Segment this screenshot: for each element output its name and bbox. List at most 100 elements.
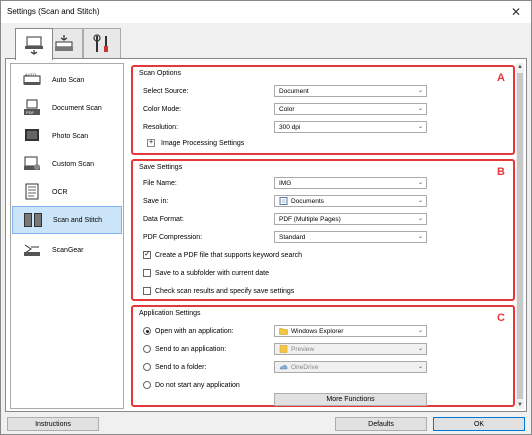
documents-folder-icon [279,197,288,205]
custom-scan-icon [24,156,40,170]
resolution-dropdown[interactable]: 300 dpi ⌄ [274,121,427,133]
scan-from-computer-icon [25,36,43,55]
sidebar-item-label: OCR [52,188,68,196]
sidebar-item-document-scan[interactable]: PDF Document Scan [12,94,122,122]
svg-text:AUTO: AUTO [25,72,36,77]
send-to-app-radio[interactable] [143,345,151,353]
close-icon[interactable]: ✕ [501,1,531,23]
open-with-label: Open with an application: [155,327,234,335]
scrollbar-thumb[interactable] [517,73,523,399]
data-format-label: Data Format: [143,215,184,223]
chevron-down-icon: ⌄ [417,346,423,352]
ok-button[interactable]: OK [433,417,525,431]
send-to-folder-dropdown[interactable]: OneDrive ⌄ [274,361,427,373]
content-panel: AUTO Auto Scan PDF Document Scan Photo S… [5,58,527,412]
select-source-label: Select Source: [143,87,189,95]
section-title: Application Settings [139,310,201,317]
send-to-folder-radio[interactable] [143,363,151,371]
application-settings-section: Application Settings C Open with an appl… [131,305,515,407]
settings-main-area: Scan Options A Select Source: Document ⌄… [127,63,521,409]
auto-scan-icon: AUTO [23,72,41,85]
defaults-button[interactable]: Defaults [335,417,427,431]
folder-icon [279,328,288,335]
section-letter: A [497,72,505,84]
scangear-icon [24,244,40,256]
chevron-down-icon: ⌄ [417,180,423,186]
tab-scan-from-computer[interactable] [15,28,53,60]
keyword-search-label: Create a PDF file that supports keyword … [155,251,303,259]
send-to-app-dropdown[interactable]: Preview ⌄ [274,343,427,355]
chevron-down-icon: ⌄ [417,124,423,130]
vertical-scrollbar[interactable]: ▲ ▼ [516,63,524,409]
resolution-label: Resolution: [143,123,179,131]
image-processing-settings-toggle[interactable]: Image Processing Settings [161,137,244,149]
file-name-input[interactable]: IMG ⌄ [274,177,427,189]
section-title: Scan Options [139,70,182,77]
dropdown-value: 300 dpi [279,123,301,131]
preview-app-icon [279,345,288,353]
chevron-down-icon: ⌄ [417,328,423,334]
keyword-search-checkbox[interactable]: ✓ [143,251,151,259]
sidebar-item-label: Photo Scan [52,132,89,140]
more-functions-button[interactable]: More Functions [274,393,427,406]
expand-plus-icon[interactable]: + [147,139,155,147]
open-with-dropdown[interactable]: Windows Explorer ⌄ [274,325,427,337]
instructions-button[interactable]: Instructions [7,417,99,431]
sidebar-item-label: Auto Scan [52,76,85,84]
document-scan-icon: PDF [24,99,40,115]
tab-general-settings[interactable] [83,28,121,58]
check-results-checkbox[interactable] [143,287,151,295]
pdf-compression-label: PDF Compression: [143,233,203,241]
save-settings-section: Save Settings B File Name: IMG ⌄ Save in… [131,159,515,301]
chevron-down-icon: ⌄ [417,234,423,240]
section-letter: C [497,312,505,324]
save-in-dropdown[interactable]: Documents ⌄ [274,195,427,207]
save-in-label: Save in: [143,197,169,205]
send-to-folder-label: Send to a folder: [155,363,207,371]
dropdown-value: Documents [291,197,324,205]
ocr-icon [25,183,39,200]
dropdown-value: Preview [291,345,315,353]
window-title: Settings (Scan and Stitch) [7,7,100,16]
chevron-down-icon: ⌄ [417,88,423,94]
subfolder-label: Save to a subfolder with current date [155,269,270,277]
sidebar-item-custom-scan[interactable]: Custom Scan [12,150,122,178]
sidebar-item-label: Document Scan [52,104,102,112]
select-source-dropdown[interactable]: Document ⌄ [274,85,427,97]
dropdown-value: Standard [279,233,306,241]
scroll-down-icon[interactable]: ▼ [516,401,524,409]
subfolder-checkbox[interactable] [143,269,151,277]
check-results-label: Check scan results and specify save sett… [155,287,295,295]
do-not-start-radio[interactable] [143,381,151,389]
sidebar-item-auto-scan[interactable]: AUTO Auto Scan [12,66,122,94]
section-letter: B [497,166,505,178]
pdf-compression-dropdown[interactable]: Standard ⌄ [274,231,427,243]
dropdown-value: OneDrive [291,363,319,371]
sidebar-item-scan-and-stitch[interactable]: Scan and Stitch [12,206,122,234]
send-to-app-label: Send to an application: [155,345,227,353]
sidebar-item-photo-scan[interactable]: Photo Scan [12,122,122,150]
scroll-up-icon[interactable]: ▲ [516,63,524,71]
do-not-start-label: Do not start any application [155,381,240,389]
scan-from-panel-icon [55,34,73,51]
sidebar-item-scangear[interactable]: ScanGear [12,236,122,264]
chevron-down-icon: ⌄ [417,216,423,222]
title-bar: Settings (Scan and Stitch) ✕ [1,1,531,23]
color-mode-dropdown[interactable]: Color ⌄ [274,103,427,115]
dropdown-value: Color [279,105,295,113]
data-format-dropdown[interactable]: PDF (Multiple Pages) ⌄ [274,213,427,225]
settings-window: Settings (Scan and Stitch) ✕ AUTO Auto S… [0,0,532,435]
general-settings-icon [93,33,108,52]
scan-and-stitch-icon [24,213,42,227]
dropdown-value: Windows Explorer [291,327,344,335]
sidebar: AUTO Auto Scan PDF Document Scan Photo S… [10,63,124,409]
input-value: IMG [279,179,292,187]
open-with-radio[interactable] [143,327,151,335]
sidebar-item-label: ScanGear [52,246,84,254]
sidebar-item-ocr[interactable]: OCR [12,178,122,206]
onedrive-icon [279,364,288,370]
scan-options-section: Scan Options A Select Source: Document ⌄… [131,65,515,155]
sidebar-item-label: Custom Scan [52,160,95,168]
chevron-down-icon: ⌄ [417,198,423,204]
chevron-down-icon: ⌄ [417,364,423,370]
